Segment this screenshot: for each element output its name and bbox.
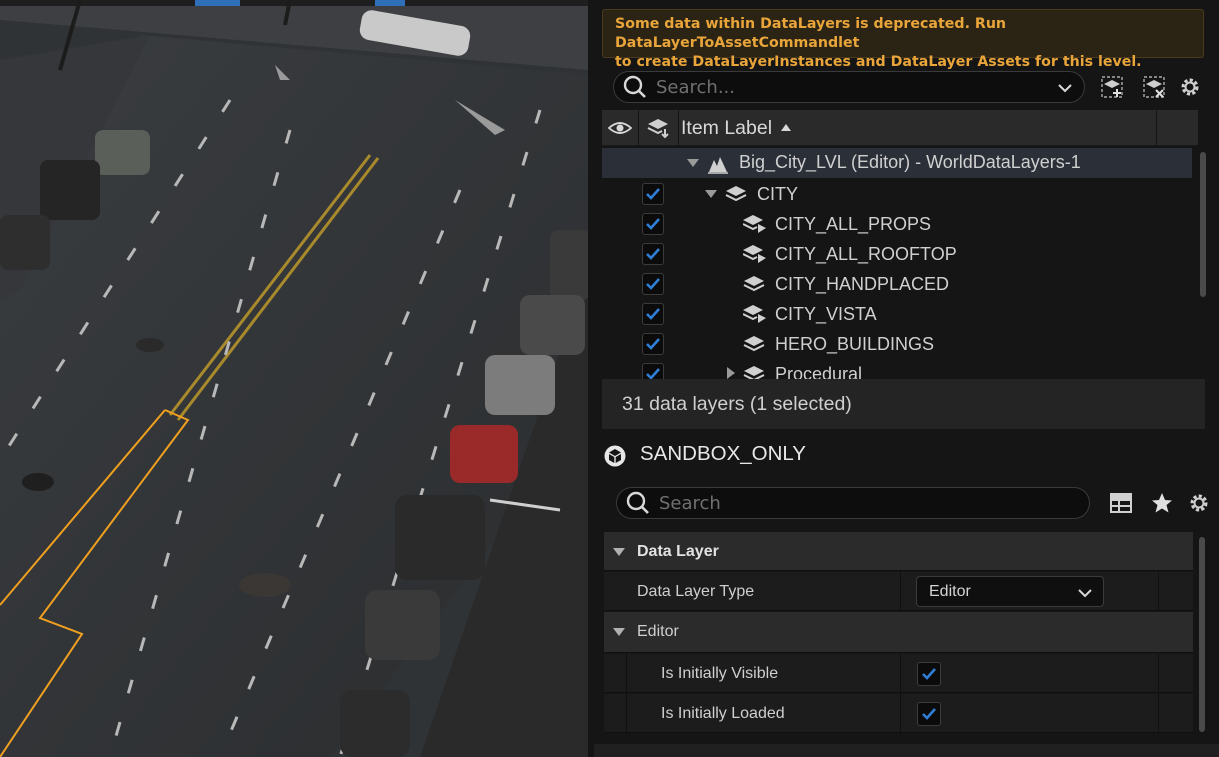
data-layer-icon [725,186,747,202]
layer-visibility-checkbox[interactable] [642,183,664,205]
collapse-triangle-icon[interactable] [612,547,626,557]
layer-label: CITY_HANDPLACED [775,274,950,294]
layer-visibility-checkbox[interactable] [642,363,664,379]
category-data-layer[interactable]: Data Layer [604,532,1193,571]
loaded-column-header[interactable] [646,110,674,146]
tree-row-layer[interactable]: HERO_BUILDINGS [602,329,1192,359]
tree-row-world-label: Big_City_LVL (Editor) - WorldDataLayers-… [739,152,1081,172]
tree-row-layer[interactable]: CITY_ALL_PROPS [602,209,1192,239]
collapse-triangle-icon[interactable] [686,158,700,168]
layer-label: CITY_VISTA [775,304,877,324]
layers-load-icon [647,119,669,139]
initially-visible-checkbox[interactable] [917,662,941,686]
tree-row-layer[interactable]: Procedural [602,359,1192,379]
initially-loaded-label: Is Initially Loaded [661,704,785,722]
outliner-scrollbar[interactable] [1200,152,1206,297]
data-layer-type-label: Data Layer Type [637,582,755,600]
outliner-search[interactable]: Search... [613,71,1085,103]
data-layer-icon [743,366,765,379]
collapse-triangle-icon[interactable] [612,627,626,637]
initially-visible-label: Is Initially Visible [661,664,779,682]
panel-footer [594,744,1219,757]
collapse-triangle-icon[interactable] [704,189,718,199]
outliner-status: 31 data layers (1 selected) [602,379,1205,429]
layer-label: HERO_BUILDINGS [775,334,935,354]
layer-visibility-checkbox[interactable] [642,213,664,235]
data-layer-icon [743,305,766,323]
search-input[interactable]: Search... [656,77,735,98]
item-label-text: Item Label [681,116,773,139]
chevron-down-icon[interactable] [1056,79,1074,97]
sort-ascending-icon [781,124,792,131]
data-layer-asset-icon [604,445,626,467]
data-layers-panel: Some data within DataLayers is deprecate… [588,0,1219,757]
category-data-layer-label: Data Layer [637,542,719,560]
property-row-initially-loaded: Is Initially Loaded [604,694,1193,733]
settings-gear-icon[interactable] [1176,73,1204,101]
favorites-star-icon[interactable] [1148,489,1176,517]
details-settings-gear-icon[interactable] [1185,489,1213,517]
outliner-header: Item Label [602,110,1198,146]
warning-line-2: to create DataLayerInstances and DataLay… [615,54,1142,70]
search-icon [623,75,646,98]
table-view-icon[interactable] [1107,489,1135,517]
layer-label: CITY_ALL_PROPS [775,214,932,234]
chevron-down-icon [1078,589,1092,598]
property-row-initially-visible: Is Initially Visible [604,654,1193,693]
details-search-input[interactable]: Search [659,493,721,514]
visibility-column-header[interactable] [608,110,636,146]
search-icon [626,491,649,514]
status-text: 31 data layers (1 selected) [622,392,852,415]
tree-row-layer[interactable]: CITY_VISTA [602,299,1192,329]
deprecation-warning: Some data within DataLayers is deprecate… [602,9,1204,70]
details-search[interactable]: Search [616,487,1090,519]
data-layer-icon [743,276,765,292]
layer-label: Procedural [775,364,863,379]
initially-loaded-checkbox[interactable] [917,702,941,726]
remove-data-layer-icon[interactable] [1140,73,1168,101]
world-data-layers-icon [708,157,728,174]
category-editor[interactable]: Editor [604,612,1193,653]
data-layer-icon [743,215,766,233]
eye-icon [608,122,632,134]
level-viewport[interactable] [0,0,588,757]
data-layer-type-dropdown[interactable]: Editor [916,576,1104,607]
layer-visibility-checkbox[interactable] [642,273,664,295]
warning-line-1: Some data within DataLayers is deprecate… [615,16,1007,51]
expand-triangle-icon[interactable] [726,366,736,379]
data-layer-icon [743,245,766,263]
layer-visibility-checkbox[interactable] [642,243,664,265]
layer-label: CITY [757,184,799,204]
category-editor-label: Editor [637,622,679,640]
tree-row-layer[interactable]: CITY_ALL_ROOFTOP [602,239,1192,269]
layer-visibility-checkbox[interactable] [642,303,664,325]
add-data-layer-icon[interactable] [1098,73,1126,101]
tree-row-world[interactable]: Big_City_LVL (Editor) - WorldDataLayers-… [602,148,1192,178]
tree-row-layer[interactable]: CITY [602,179,1192,209]
tree-row-layer[interactable]: CITY_HANDPLACED [602,269,1192,299]
details-scrollbar[interactable] [1199,537,1205,732]
layer-label: CITY_ALL_ROOFTOP [775,244,957,264]
item-label-column-header[interactable]: Item Label [681,110,792,146]
details-title: SANDBOX_ONLY [640,442,806,465]
property-row-data-layer-type: Data Layer Type Editor [604,572,1193,611]
viewport-scene [0,0,588,757]
data-layer-icon [743,336,765,352]
data-layer-type-value: Editor [929,582,971,600]
layer-visibility-checkbox[interactable] [642,333,664,355]
